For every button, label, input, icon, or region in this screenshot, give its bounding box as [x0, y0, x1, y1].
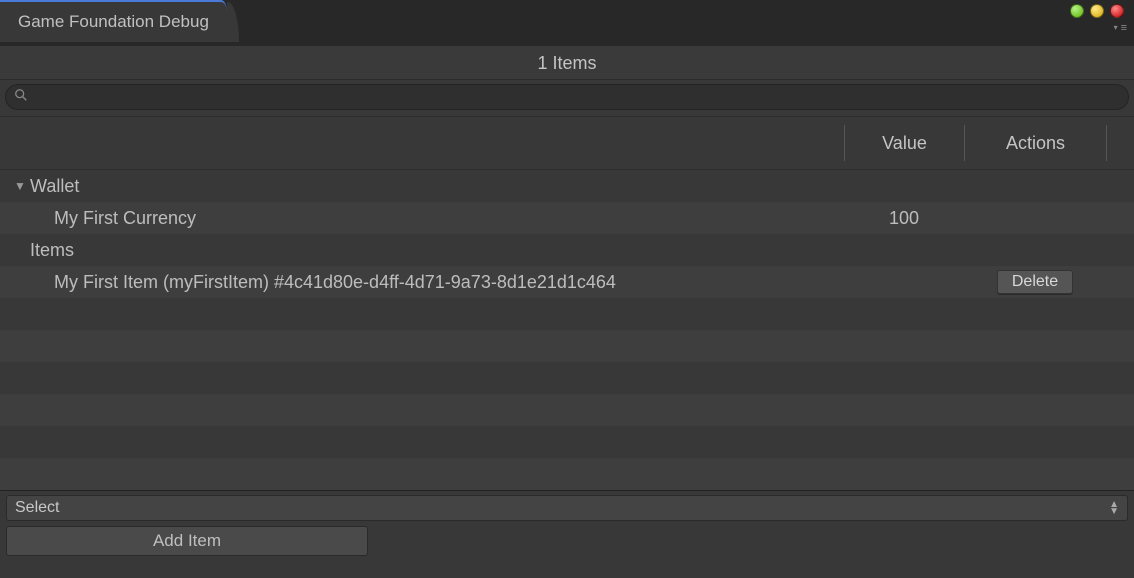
- delete-button[interactable]: Delete: [997, 270, 1073, 294]
- foldout-down-icon[interactable]: ▼: [10, 179, 30, 193]
- add-item-button[interactable]: Add Item: [6, 526, 368, 556]
- close-dot-icon[interactable]: [1110, 4, 1124, 18]
- wallet-section-label: Wallet: [30, 176, 844, 197]
- wallet-entry-value: 100: [844, 208, 964, 229]
- item-entry-label: My First Item (myFirstItem) #4c41d80e-d4…: [0, 272, 844, 293]
- zoom-dot-icon[interactable]: [1090, 4, 1104, 18]
- column-header-row: Value Actions: [0, 116, 1134, 170]
- add-item-label: Add Item: [153, 531, 221, 551]
- wallet-section-row[interactable]: ▼ Wallet: [0, 170, 1134, 202]
- item-select-dropdown[interactable]: Select ▲▼: [6, 495, 1128, 521]
- wallet-entry-row[interactable]: My First Currency 100: [0, 202, 1134, 234]
- items-section-row[interactable]: Items: [0, 234, 1134, 266]
- updown-caret-icon: ▲▼: [1109, 501, 1119, 515]
- search-row: [0, 80, 1134, 116]
- item-entry-row[interactable]: My First Item (myFirstItem) #4c41d80e-d4…: [0, 266, 1134, 298]
- search-box[interactable]: [5, 84, 1129, 110]
- content-rows: ▼ Wallet My First Currency 100 Items My …: [0, 170, 1134, 298]
- column-header-value[interactable]: Value: [844, 125, 964, 161]
- window-traffic-lights: [1070, 4, 1124, 18]
- window-tab-bar: Game Foundation Debug ▾≡: [0, 0, 1134, 46]
- pane-options-icon[interactable]: ▾≡: [1114, 24, 1128, 33]
- search-input[interactable]: [34, 89, 1120, 105]
- minimize-dot-icon[interactable]: [1070, 4, 1084, 18]
- items-section-label: Items: [0, 240, 844, 261]
- items-count-header: 1 Items: [0, 46, 1134, 80]
- item-select-label: Select: [15, 499, 59, 517]
- column-header-actions[interactable]: Actions: [964, 125, 1106, 161]
- search-icon: [14, 88, 28, 106]
- window-tab-title: Game Foundation Debug: [18, 12, 209, 32]
- items-count-label: 1 Items: [537, 53, 596, 73]
- window-tab[interactable]: Game Foundation Debug: [0, 0, 227, 42]
- footer: Select ▲▼ Add Item: [0, 490, 1134, 562]
- wallet-entry-label: My First Currency: [0, 208, 844, 229]
- empty-rows-filler: [0, 298, 1134, 490]
